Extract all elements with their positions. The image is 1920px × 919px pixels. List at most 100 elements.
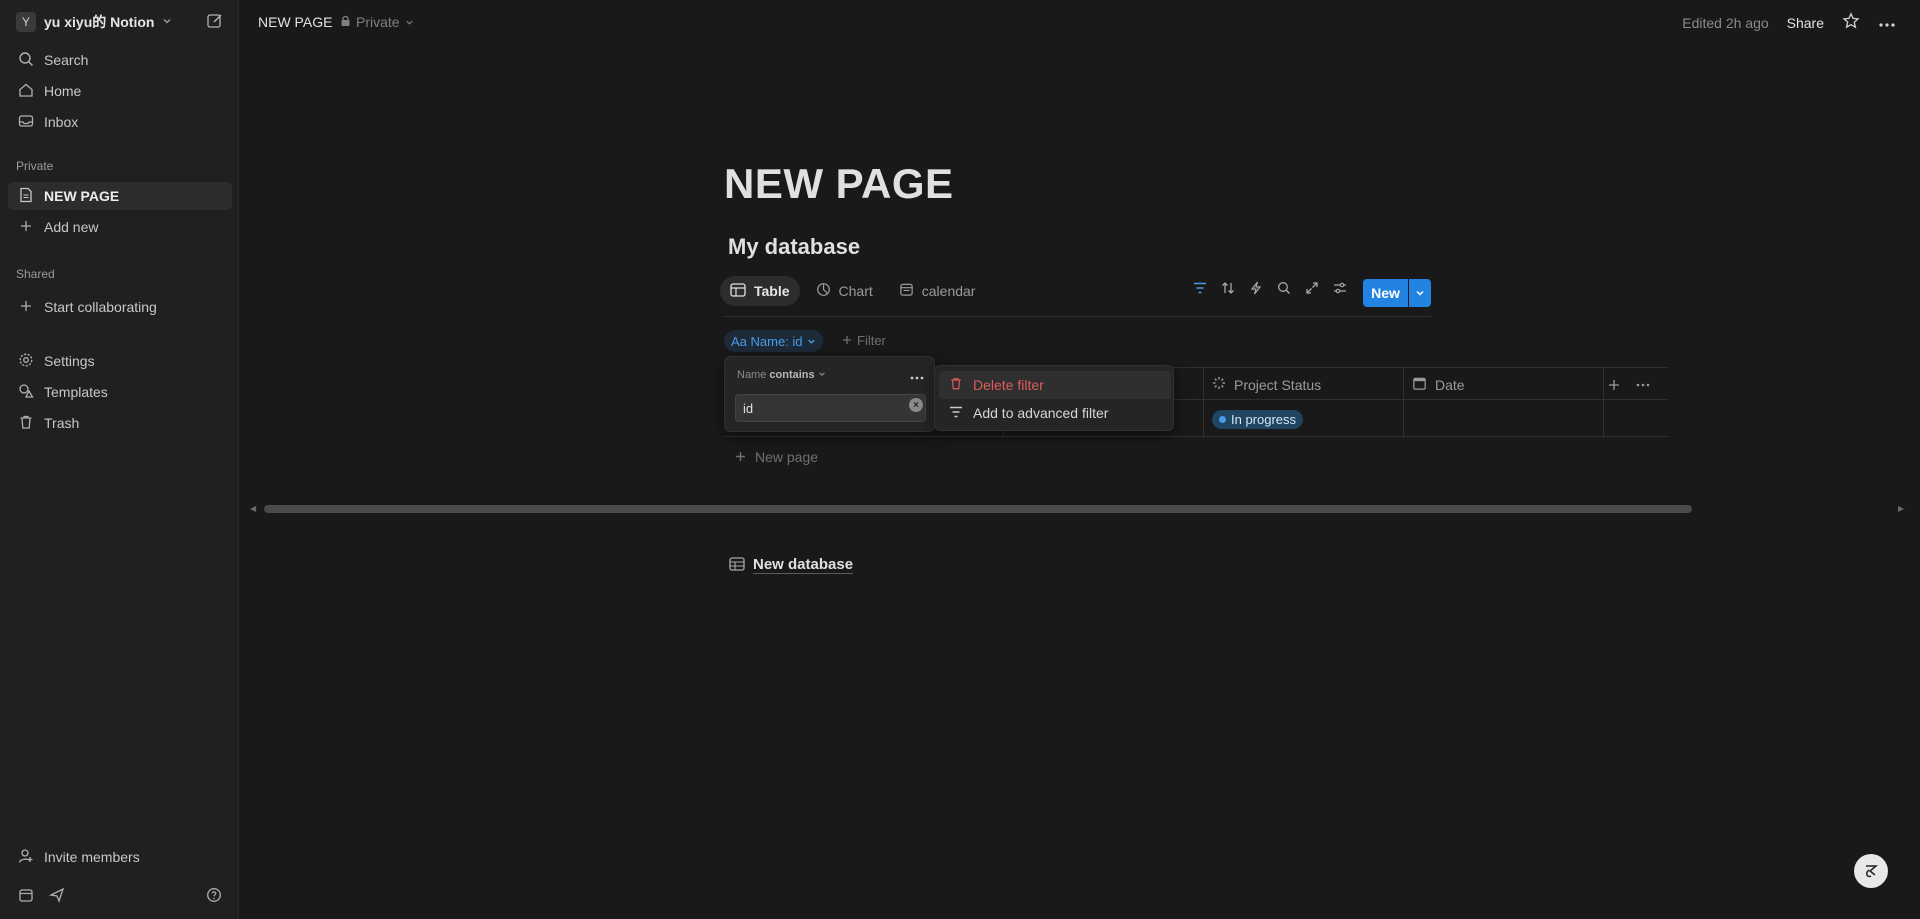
- sidebar-item-label: Start collaborating: [44, 299, 157, 315]
- column-header-date[interactable]: Date: [1404, 368, 1465, 401]
- menu-item-label: Add to advanced filter: [973, 405, 1109, 421]
- search-icon[interactable]: [1276, 280, 1292, 296]
- new-record-dropdown[interactable]: [1409, 279, 1431, 307]
- sidebar-item-inbox[interactable]: Inbox: [8, 108, 232, 136]
- calendar-app-icon[interactable]: [18, 887, 34, 906]
- linked-database-link[interactable]: New database: [729, 556, 854, 574]
- calendar-icon: [1412, 376, 1427, 394]
- tab-label: calendar: [921, 283, 976, 299]
- expand-icon[interactable]: [1304, 280, 1320, 296]
- new-record-button-group: New: [1363, 279, 1431, 307]
- add-column-icon[interactable]: [1608, 368, 1620, 401]
- status-icon: [1212, 376, 1226, 393]
- star-icon[interactable]: [1842, 12, 1860, 33]
- plus-icon: [735, 449, 746, 465]
- send-icon[interactable]: [48, 887, 65, 906]
- sidebar-item-label: Invite members: [44, 849, 140, 865]
- active-filter-chip[interactable]: Aa Name: id: [724, 330, 823, 352]
- sidebar-item-search[interactable]: Search: [8, 46, 232, 74]
- filter-condition-selector[interactable]: Name contains: [737, 369, 826, 381]
- filter-property: Name: [737, 369, 767, 381]
- scroll-left-arrow-icon[interactable]: ◀: [250, 504, 256, 513]
- sidebar-item-label: Inbox: [44, 114, 79, 130]
- add-filter-label: Filter: [857, 333, 886, 348]
- workspace-switcher[interactable]: Y yu xiyu的 Notion: [16, 12, 172, 32]
- filter-operator: contains: [769, 369, 815, 381]
- more-options-icon[interactable]: [1636, 368, 1650, 401]
- clear-input-icon[interactable]: ×: [909, 398, 923, 412]
- search-icon: [18, 51, 34, 70]
- sidebar-item-settings[interactable]: Settings: [8, 347, 232, 375]
- chart-icon: [816, 282, 831, 300]
- new-page-row-button[interactable]: New page: [735, 449, 818, 465]
- sidebar-item-label: Settings: [44, 353, 95, 369]
- home-icon: [18, 82, 34, 101]
- tab-label: Table: [754, 283, 790, 299]
- sidebar-item-trash[interactable]: Trash: [8, 409, 232, 437]
- database-title[interactable]: My database: [728, 234, 860, 260]
- more-options-icon[interactable]: [1878, 15, 1896, 31]
- templates-icon: [18, 383, 34, 402]
- chevron-down-icon: [405, 14, 414, 30]
- database-toolbar: [1192, 280, 1348, 296]
- new-page-compose-icon[interactable]: [206, 12, 226, 32]
- notion-ai-icon[interactable]: [1854, 854, 1888, 888]
- gear-icon: [18, 352, 34, 371]
- tab-label: Chart: [838, 283, 873, 299]
- breadcrumb-page-title[interactable]: NEW PAGE: [258, 14, 332, 30]
- settings-sliders-icon[interactable]: [1332, 280, 1348, 296]
- sidebar-item-new-page[interactable]: NEW PAGE: [8, 182, 232, 210]
- help-icon[interactable]: [206, 887, 222, 906]
- tab-chart[interactable]: Chart: [806, 276, 883, 306]
- workspace-name: yu xiyu的 Notion: [44, 14, 155, 30]
- lock-icon: [340, 14, 351, 30]
- sidebar-item-start-collaborating[interactable]: Start collaborating: [8, 293, 232, 321]
- column-header-label: Date: [1435, 376, 1465, 393]
- page-title[interactable]: NEW PAGE: [724, 160, 954, 208]
- filter-editor-popup: Name contains id: [724, 356, 935, 432]
- filter-context-menu: Delete filter Add to advanced filter: [934, 365, 1174, 431]
- edited-timestamp[interactable]: Edited 2h ago: [1682, 15, 1768, 31]
- plus-icon: [18, 298, 34, 317]
- sidebar-item-add-new[interactable]: Add new: [8, 213, 232, 241]
- workspace-avatar: Y: [16, 12, 36, 32]
- delete-filter-menu-item[interactable]: Delete filter: [939, 371, 1171, 399]
- table-icon: [729, 556, 745, 574]
- table-icon: [730, 282, 746, 300]
- sort-icon[interactable]: [1220, 280, 1236, 296]
- status-badge[interactable]: In progress: [1212, 410, 1304, 429]
- privacy-indicator[interactable]: Private: [340, 14, 414, 30]
- add-filter-button[interactable]: Filter: [842, 333, 886, 348]
- plus-icon: [18, 218, 34, 237]
- horizontal-scrollbar[interactable]: [264, 505, 1692, 513]
- sidebar-section-shared: Shared: [16, 267, 55, 281]
- chevron-down-icon: [818, 369, 826, 381]
- sidebar-item-label: Home: [44, 83, 82, 99]
- chevron-down-icon: [807, 334, 816, 349]
- automation-bolt-icon[interactable]: [1248, 280, 1264, 296]
- column-header-project-status[interactable]: Project Status: [1204, 368, 1321, 401]
- invite-members-button[interactable]: Invite members: [8, 843, 232, 871]
- sidebar-item-label: Templates: [44, 384, 108, 400]
- status-label: In progress: [1231, 412, 1297, 427]
- filter-icon[interactable]: [1192, 280, 1208, 296]
- sidebar-item-templates[interactable]: Templates: [8, 378, 232, 406]
- sidebar-item-label: Trash: [44, 415, 80, 431]
- chevron-down-icon: [162, 16, 172, 29]
- privacy-label: Private: [356, 14, 400, 30]
- filter-more-icon[interactable]: [910, 367, 924, 383]
- tab-table[interactable]: Table: [720, 276, 800, 306]
- sidebar-item-home[interactable]: Home: [8, 77, 232, 105]
- tab-calendar[interactable]: calendar: [889, 276, 986, 306]
- filter-chip-label: Aa Name: id: [731, 333, 803, 349]
- database-view-tabs: Table Chart calendar: [720, 276, 985, 306]
- new-record-button[interactable]: New: [1363, 279, 1408, 307]
- share-button[interactable]: Share: [1787, 15, 1824, 31]
- filter-value-input[interactable]: id: [735, 394, 926, 422]
- new-page-label: New page: [755, 449, 819, 465]
- sidebar-item-label: Search: [44, 52, 89, 68]
- scroll-right-arrow-icon[interactable]: ▶: [1898, 504, 1904, 513]
- sidebar-item-label: NEW PAGE: [44, 188, 120, 204]
- add-to-advanced-filter-menu-item[interactable]: Add to advanced filter: [939, 399, 1171, 427]
- calendar-icon: [899, 282, 914, 300]
